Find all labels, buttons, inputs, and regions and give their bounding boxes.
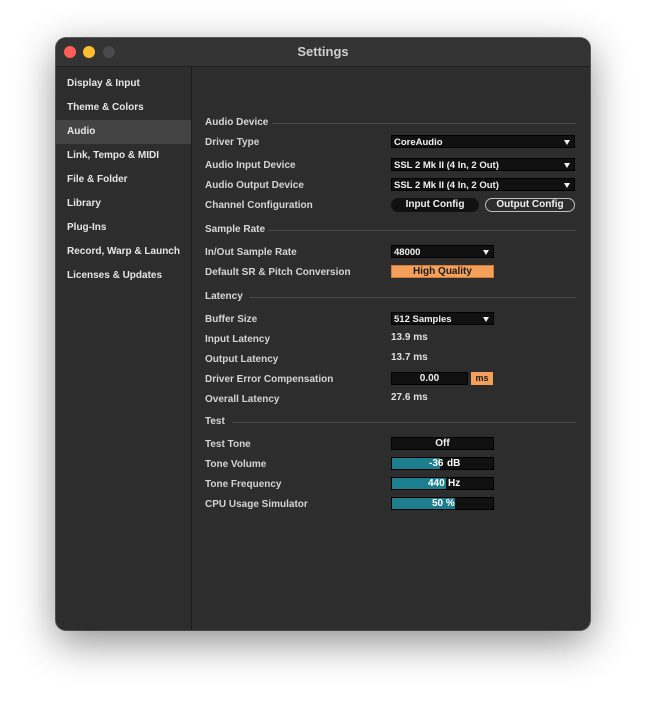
title-bar: Settings — [56, 38, 590, 67]
overall-latency-label: Overall Latency — [205, 394, 280, 405]
sr-pitch-conversion-label: Default SR & Pitch Conversion — [205, 267, 351, 278]
chevron-down-icon — [564, 163, 570, 168]
driver-type-label: Driver Type — [205, 137, 260, 148]
input-latency-value: 13.9 ms — [391, 332, 428, 343]
sample-rate-label: In/Out Sample Rate — [205, 247, 297, 258]
driver-type-value: CoreAudio — [394, 137, 443, 148]
cpu-usage-simulator-label: CPU Usage Simulator — [205, 499, 308, 510]
buffer-size-value: 512 Samples — [394, 314, 452, 325]
sample-rate-value: 48000 — [394, 247, 421, 258]
driver-error-compensation-unit: ms — [471, 372, 493, 385]
driver-type-dropdown[interactable]: CoreAudio — [391, 135, 575, 148]
sidebar-item-link-tempo-midi[interactable]: Link, Tempo & MIDI — [56, 144, 191, 168]
channel-configuration-label: Channel Configuration — [205, 200, 313, 211]
tone-frequency-value: 440 — [428, 478, 445, 489]
sample-rate-dropdown[interactable]: 48000 — [391, 245, 494, 258]
audio-input-device-label: Audio Input Device — [205, 160, 296, 171]
sidebar: Display & Input Theme & Colors Audio Lin… — [56, 67, 192, 630]
section-divider — [268, 230, 576, 231]
section-audio-device: Audio Device — [205, 117, 269, 128]
audio-output-device-value: SSL 2 Mk II (4 In, 2 Out) — [394, 180, 499, 191]
window-title: Settings — [297, 44, 349, 59]
tone-frequency-slider[interactable]: 440 Hz — [391, 477, 494, 490]
sidebar-item-theme-colors[interactable]: Theme & Colors — [56, 96, 191, 120]
overall-latency-value: 27.6 ms — [391, 392, 428, 403]
sidebar-item-audio[interactable]: Audio — [56, 120, 191, 144]
cpu-usage-value: 50 % — [432, 498, 455, 509]
sidebar-item-file-folder[interactable]: File & Folder — [56, 168, 191, 192]
audio-preferences-panel: Audio Device Driver Type CoreAudio Audio… — [192, 67, 590, 630]
chevron-down-icon — [564, 140, 570, 145]
section-latency: Latency — [205, 291, 243, 302]
tone-volume-value: -36 — [429, 458, 444, 469]
output-latency-label: Output Latency — [205, 354, 279, 365]
cpu-usage-simulator-slider[interactable]: 50 % — [391, 497, 494, 510]
audio-output-device-label: Audio Output Device — [205, 180, 304, 191]
sidebar-item-plug-ins[interactable]: Plug-Ins — [56, 216, 191, 240]
buffer-size-dropdown[interactable]: 512 Samples — [391, 312, 494, 325]
driver-error-compensation-field[interactable]: 0.00 — [391, 372, 468, 385]
tone-frequency-unit: Hz — [448, 478, 461, 489]
section-test: Test — [205, 416, 225, 427]
chevron-down-icon — [483, 317, 489, 322]
sidebar-item-licenses-updates[interactable]: Licenses & Updates — [56, 264, 191, 288]
sidebar-item-display-input[interactable]: Display & Input — [56, 72, 191, 96]
tone-volume-label: Tone Volume — [205, 459, 267, 470]
section-divider — [232, 422, 576, 423]
sidebar-item-library[interactable]: Library — [56, 192, 191, 216]
section-divider — [272, 123, 576, 124]
sidebar-item-record-warp-launch[interactable]: Record, Warp & Launch — [56, 240, 191, 264]
input-config-button[interactable]: Input Config — [391, 198, 479, 212]
settings-window: Settings Display & Input Theme & Colors … — [56, 38, 590, 630]
audio-input-device-value: SSL 2 Mk II (4 In, 2 Out) — [394, 160, 499, 171]
test-tone-label: Test Tone — [205, 439, 251, 450]
tone-volume-unit: dB — [447, 458, 461, 469]
tone-volume-slider[interactable]: -36 dB — [391, 457, 494, 470]
section-sample-rate: Sample Rate — [205, 224, 266, 235]
chevron-down-icon — [483, 250, 489, 255]
tone-frequency-label: Tone Frequency — [205, 479, 282, 490]
test-tone-toggle[interactable]: Off — [391, 437, 494, 450]
buffer-size-label: Buffer Size — [205, 314, 258, 325]
driver-error-compensation-label: Driver Error Compensation — [205, 374, 334, 385]
output-latency-value: 13.7 ms — [391, 352, 428, 363]
input-latency-label: Input Latency — [205, 334, 271, 345]
audio-output-device-dropdown[interactable]: SSL 2 Mk II (4 In, 2 Out) — [391, 178, 575, 191]
chevron-down-icon — [564, 183, 570, 188]
section-divider — [250, 297, 576, 298]
audio-input-device-dropdown[interactable]: SSL 2 Mk II (4 In, 2 Out) — [391, 158, 575, 171]
output-config-button[interactable]: Output Config — [485, 198, 575, 212]
high-quality-toggle[interactable]: High Quality — [391, 265, 494, 278]
